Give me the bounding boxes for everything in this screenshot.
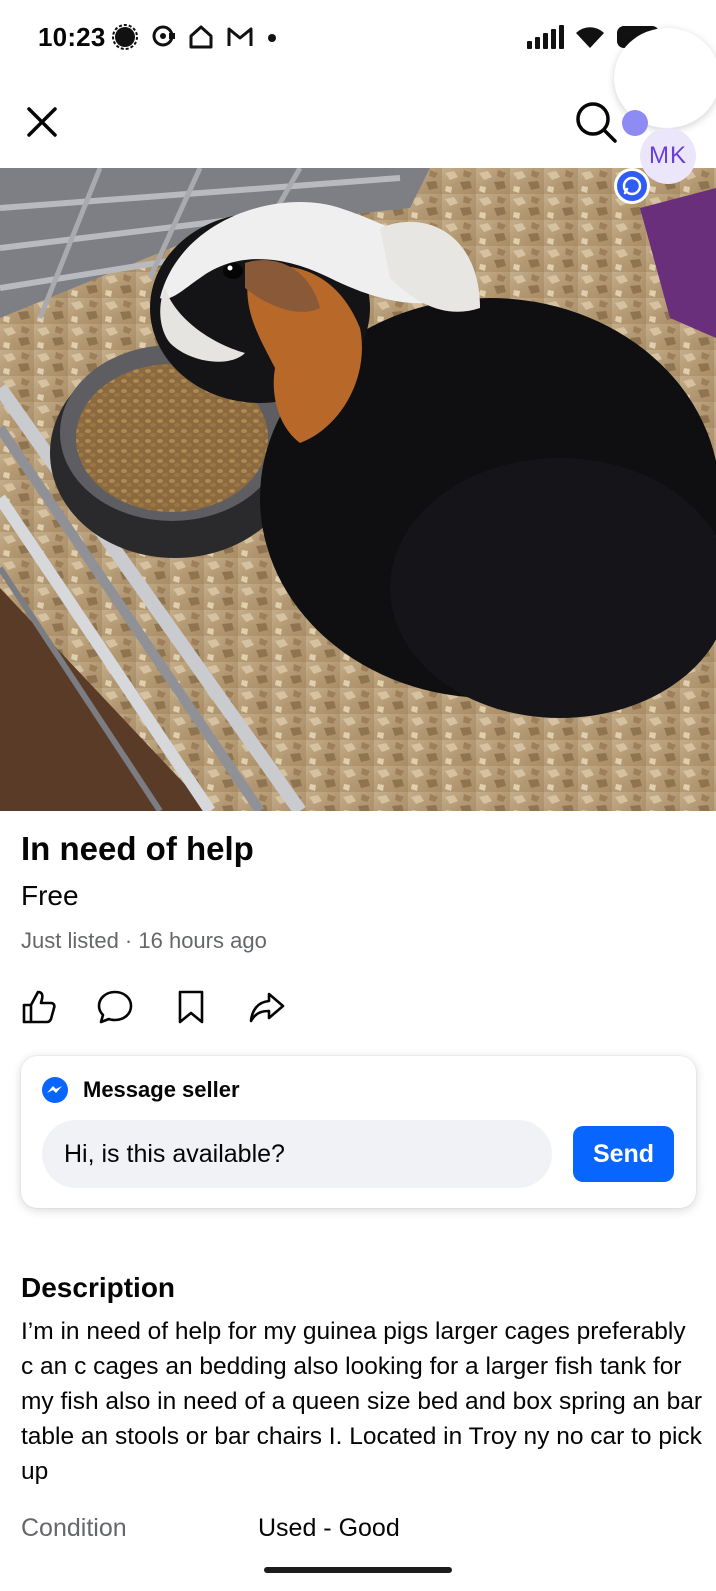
signal-app-icon (112, 24, 138, 55)
listing-meta: Just listed · 16 hours ago (21, 928, 267, 953)
gmail-icon (226, 25, 254, 54)
send-button[interactable]: Send (573, 1126, 674, 1182)
location-icon (150, 24, 176, 55)
notification-dot (622, 110, 648, 136)
condition-label: Condition (21, 1514, 127, 1542)
search-icon (576, 102, 617, 143)
home-icon (188, 24, 214, 55)
comment-button[interactable] (96, 988, 134, 1026)
message-seller-card: Message seller Hi, is this available? Se… (21, 1056, 696, 1208)
share-icon (249, 992, 285, 1023)
message-seller-label: Message seller (83, 1077, 240, 1102)
save-button[interactable] (172, 988, 210, 1026)
chat-head-button[interactable] (614, 168, 650, 204)
home-indicator[interactable] (264, 1567, 452, 1573)
message-seller-header: Message seller (41, 1076, 240, 1104)
cellular-signal-icon (526, 24, 564, 55)
chat-bubble-icon (622, 176, 642, 196)
listing-photo[interactable] (0, 168, 716, 811)
messenger-icon (42, 1077, 68, 1103)
message-input[interactable]: Hi, is this available? (42, 1120, 552, 1188)
share-button[interactable] (248, 988, 286, 1026)
like-button[interactable] (20, 988, 58, 1026)
status-bar: 10:23 (0, 0, 716, 78)
top-nav-bar (0, 80, 716, 168)
close-icon (27, 107, 57, 137)
status-time: 10:23 (38, 22, 106, 52)
listing-actions (20, 988, 286, 1026)
like-icon (22, 990, 56, 1024)
save-icon (178, 990, 204, 1024)
listing-title: In need of help (21, 830, 254, 867)
comment-icon (97, 990, 133, 1024)
wifi-icon (574, 24, 606, 55)
search-button[interactable] (574, 100, 618, 144)
status-notification-icons (112, 24, 278, 55)
dot-icon (266, 31, 278, 49)
close-button[interactable] (22, 102, 62, 142)
description-heading: Description (21, 1272, 176, 1303)
avatar[interactable]: MK (640, 128, 696, 184)
listing-price: Free (21, 880, 79, 911)
condition-value: Used - Good (258, 1514, 400, 1542)
description-body: I’m in need of help for my guinea pigs l… (21, 1318, 702, 1485)
